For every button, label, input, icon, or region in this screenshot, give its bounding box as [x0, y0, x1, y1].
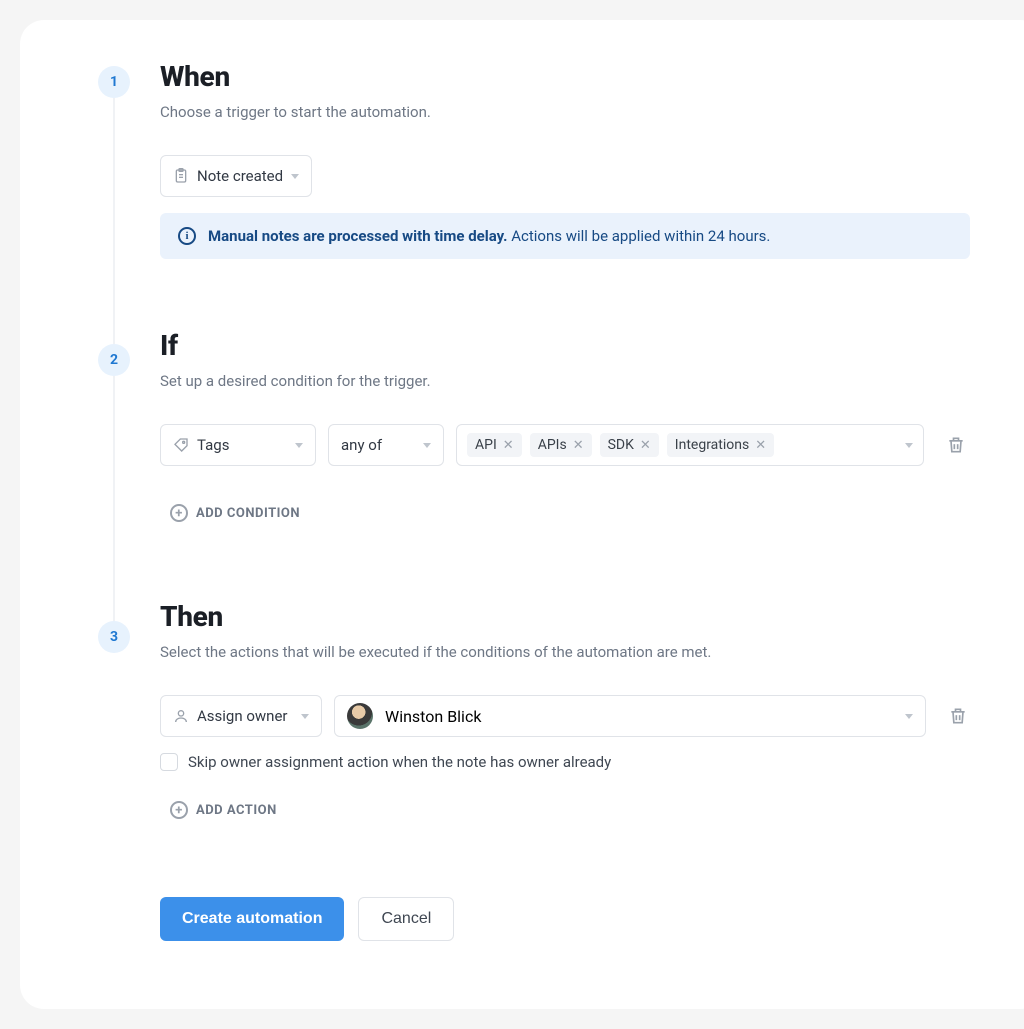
action-label: Assign owner	[197, 707, 288, 725]
add-condition-button[interactable]: + ADD CONDITION	[160, 496, 310, 530]
tag-chip: APIs ✕	[530, 433, 592, 457]
note-icon	[173, 168, 189, 184]
chevron-down-icon	[291, 174, 299, 179]
tag-chip: API ✕	[467, 433, 522, 457]
plus-circle-icon: +	[170, 801, 188, 819]
step-subtitle: Set up a desired condition for the trigg…	[160, 372, 994, 390]
tag-chip-label: APIs	[538, 437, 567, 453]
condition-operator-label: any of	[341, 436, 382, 454]
condition-operator-select[interactable]: any of	[328, 424, 444, 466]
step-title: Then	[160, 600, 994, 633]
delete-action-button[interactable]	[948, 706, 968, 726]
owner-select[interactable]: Winston Blick	[334, 695, 926, 737]
step-connector	[113, 376, 115, 622]
chevron-down-icon	[301, 714, 309, 719]
tag-chip-label: SDK	[608, 437, 634, 453]
step-title: When	[160, 60, 994, 93]
step-title: If	[160, 329, 994, 362]
add-condition-label: ADD CONDITION	[196, 506, 300, 521]
tag-icon	[173, 437, 189, 453]
skip-assignment-checkbox[interactable]	[160, 753, 178, 771]
step-marker-1: 1	[98, 66, 130, 98]
step-marker-3: 3	[98, 621, 130, 653]
info-banner: i Manual notes are processed with time d…	[160, 213, 970, 259]
step-when: When Choose a trigger to start the autom…	[160, 60, 994, 259]
plus-circle-icon: +	[170, 504, 188, 522]
chevron-down-icon	[905, 443, 913, 448]
info-bold: Manual notes are processed with time del…	[208, 227, 507, 245]
add-action-button[interactable]: + ADD ACTION	[160, 793, 287, 827]
step-connector	[113, 98, 115, 344]
tag-chip: Integrations ✕	[667, 433, 774, 457]
trigger-label: Note created	[197, 167, 283, 185]
tag-chip-label: Integrations	[675, 437, 749, 453]
action-select[interactable]: Assign owner	[160, 695, 322, 737]
step-subtitle: Select the actions that will be executed…	[160, 643, 994, 661]
step-then: Then Select the actions that will be exe…	[160, 600, 994, 941]
cancel-button[interactable]: Cancel	[358, 897, 454, 941]
condition-values-input[interactable]: API ✕ APIs ✕ SDK ✕ Integrations ✕	[456, 424, 924, 466]
trigger-select[interactable]: Note created	[160, 155, 312, 197]
chevron-down-icon	[295, 443, 303, 448]
step-marker-2: 2	[98, 344, 130, 376]
person-icon	[173, 708, 189, 724]
owner-name: Winston Blick	[385, 707, 481, 726]
chevron-down-icon	[423, 443, 431, 448]
checkbox-label: Skip owner assignment action when the no…	[188, 753, 611, 771]
create-automation-button[interactable]: Create automation	[160, 897, 344, 941]
step-if: If Set up a desired condition for the tr…	[160, 329, 994, 530]
condition-field-label: Tags	[197, 436, 229, 454]
tag-chip: SDK ✕	[600, 433, 659, 457]
remove-tag-icon[interactable]: ✕	[503, 438, 514, 453]
add-action-label: ADD ACTION	[196, 803, 277, 818]
avatar	[347, 703, 373, 729]
remove-tag-icon[interactable]: ✕	[573, 438, 584, 453]
chevron-down-icon	[905, 714, 913, 719]
info-icon: i	[178, 227, 196, 245]
delete-condition-button[interactable]	[946, 435, 966, 455]
condition-field-select[interactable]: Tags	[160, 424, 316, 466]
step-subtitle: Choose a trigger to start the automation…	[160, 103, 994, 121]
remove-tag-icon[interactable]: ✕	[640, 438, 651, 453]
remove-tag-icon[interactable]: ✕	[755, 438, 766, 453]
info-text: Actions will be applied within 24 hours.	[511, 227, 770, 245]
tag-chip-label: API	[475, 437, 497, 453]
